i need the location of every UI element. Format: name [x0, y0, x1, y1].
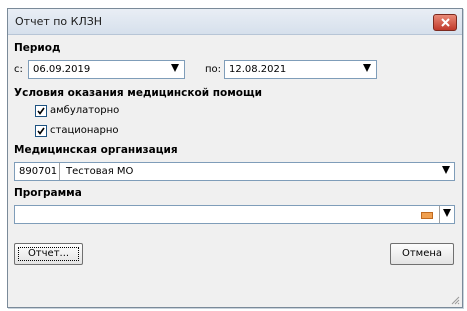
report-button[interactable]: Отчет... [14, 243, 83, 265]
checkmark-icon [37, 127, 45, 135]
chevron-down-icon[interactable] [171, 64, 179, 72]
report-dialog: Отчет по КЛЗН Период с: 06.09.2019 по: 1… [7, 8, 463, 308]
close-button[interactable] [433, 14, 457, 31]
close-icon [440, 18, 450, 27]
program-divider [439, 206, 440, 223]
chevron-down-icon[interactable] [442, 166, 450, 174]
title-bar[interactable]: Отчет по КЛЗН [8, 9, 462, 35]
organization-divider [59, 163, 60, 180]
resize-grip-icon[interactable] [450, 295, 460, 305]
chevron-down-icon[interactable] [363, 64, 371, 72]
period-section-title: Период [14, 42, 61, 54]
inpatient-checkbox[interactable] [35, 125, 47, 137]
focus-rect [18, 247, 79, 261]
cancel-button[interactable]: Отмена [390, 243, 454, 265]
organization-dropdown[interactable]: 890701 Тестовая МО [14, 162, 455, 181]
chevron-down-icon[interactable] [443, 209, 451, 217]
period-from-label: с: [14, 64, 23, 75]
clear-icon[interactable] [421, 212, 433, 219]
organization-name: Тестовая МО [66, 166, 134, 177]
period-from-dropdown[interactable]: 06.09.2019 [28, 60, 185, 79]
period-to-dropdown[interactable]: 12.08.2021 [224, 60, 377, 79]
program-dropdown[interactable] [14, 205, 455, 224]
period-to-value: 12.08.2021 [229, 64, 287, 75]
program-section-title: Программа [14, 187, 82, 199]
organization-section-title: Медицинская организация [14, 144, 178, 156]
outpatient-checkbox[interactable] [35, 105, 47, 117]
organization-code: 890701 [19, 166, 58, 177]
period-to-label: по: [205, 64, 222, 75]
inpatient-label[interactable]: стационарно [50, 125, 119, 136]
period-from-value: 06.09.2019 [33, 64, 91, 75]
dialog-body: Период с: 06.09.2019 по: 12.08.2021 Усло… [8, 35, 462, 307]
window-title: Отчет по КЛЗН [15, 15, 103, 28]
checkmark-icon [37, 107, 45, 115]
cancel-button-label: Отмена [401, 248, 443, 259]
conditions-section-title: Условия оказания медицинской помощи [14, 87, 262, 99]
outpatient-label[interactable]: амбулаторно [50, 105, 119, 116]
